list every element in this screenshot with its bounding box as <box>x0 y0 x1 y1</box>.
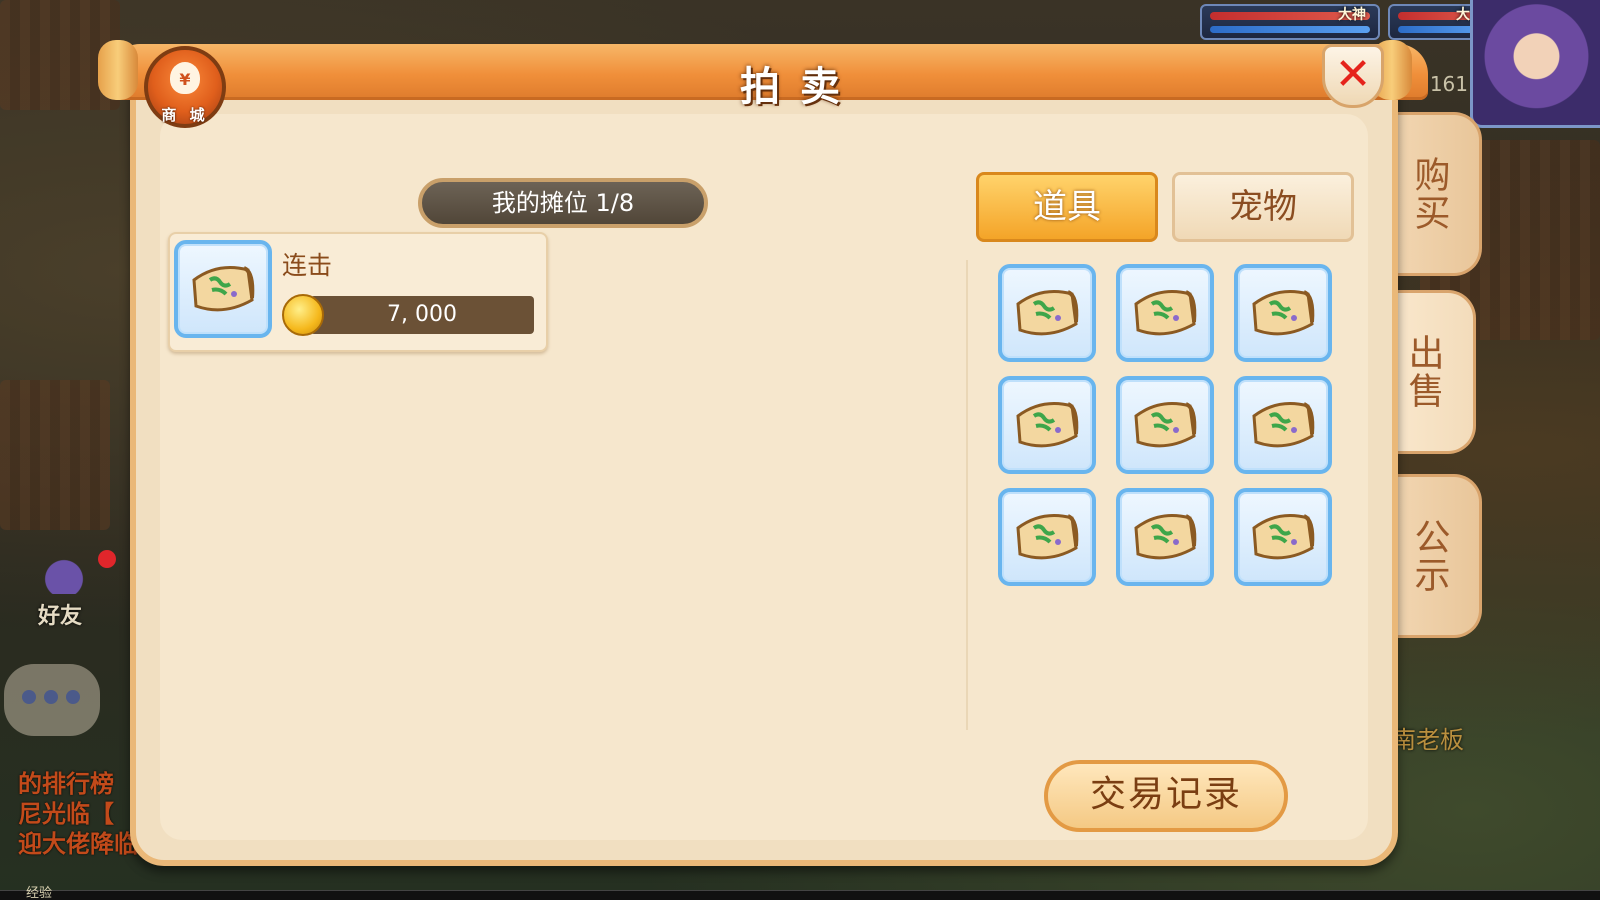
chat-dot <box>66 690 80 704</box>
notification-dot <box>98 550 116 568</box>
skill-scroll-icon <box>1252 514 1315 560</box>
mall-button[interactable]: ¥ 商 城 <box>144 46 226 128</box>
npc-name: 南老板 <box>1392 726 1464 754</box>
item-price: 7, 000 <box>310 296 534 334</box>
inventory-slot[interactable] <box>1234 488 1332 586</box>
friend-button[interactable]: 好友 <box>20 540 116 640</box>
stall-item-card[interactable]: 连击 7, 000 <box>168 232 548 352</box>
skill-scroll-icon <box>1252 402 1315 448</box>
stall-header: 我的摊位 1/8 <box>418 178 708 228</box>
gold-coin-icon <box>282 294 324 336</box>
skill-scroll-icon <box>1016 290 1079 336</box>
tab-items[interactable]: 道具 <box>976 172 1158 242</box>
skill-scroll-icon <box>1134 514 1197 560</box>
inventory-slot[interactable] <box>1116 376 1214 474</box>
skill-scroll-icon <box>1252 290 1315 336</box>
chat-button[interactable] <box>4 664 100 736</box>
inventory-slot[interactable] <box>1116 488 1214 586</box>
tab-pets[interactable]: 宠物 <box>1172 172 1354 242</box>
mall-label: 商 城 <box>161 106 209 124</box>
friend-label: 好友 <box>38 604 83 629</box>
friend-icon <box>34 544 94 594</box>
roof-decoration <box>0 380 110 530</box>
inventory-slot[interactable] <box>998 488 1096 586</box>
inventory-grid <box>998 264 1332 596</box>
skill-scroll-icon <box>192 266 255 312</box>
inventory-slot[interactable] <box>1116 264 1214 362</box>
stall-item-slot[interactable] <box>174 240 272 338</box>
tab-buy-label: 购买 <box>1408 156 1450 232</box>
skill-scroll-icon <box>1134 290 1197 336</box>
chat-dot <box>44 690 58 704</box>
item-name: 连击 <box>282 251 333 280</box>
trade-record-button[interactable]: 交易记录 <box>1044 760 1288 832</box>
player-status-bar: 大神 <box>1200 4 1380 40</box>
divider <box>966 260 968 730</box>
exp-label: 经验 <box>26 886 53 900</box>
skill-scroll-icon <box>1016 514 1079 560</box>
skill-scroll-icon <box>1134 402 1197 448</box>
exp-bar <box>0 890 1600 900</box>
player-name: 大神 <box>1338 7 1366 23</box>
close-icon: ✕ <box>1334 49 1372 100</box>
inventory-slot[interactable] <box>998 264 1096 362</box>
chat-line: 迎大佬降临 <box>18 830 138 858</box>
yen-icon: ¥ <box>179 70 191 89</box>
chat-dot <box>22 690 36 704</box>
close-button[interactable]: ✕ <box>1322 44 1384 108</box>
tab-sell-label: 出售 <box>1402 334 1444 410</box>
inventory-slot[interactable] <box>998 376 1096 474</box>
tab-notice-label: 公示 <box>1408 518 1450 594</box>
inventory-slot[interactable] <box>1234 376 1332 474</box>
inventory-slot[interactable] <box>1234 264 1332 362</box>
mp-bar <box>1210 26 1370 33</box>
skill-scroll-icon <box>1016 402 1079 448</box>
